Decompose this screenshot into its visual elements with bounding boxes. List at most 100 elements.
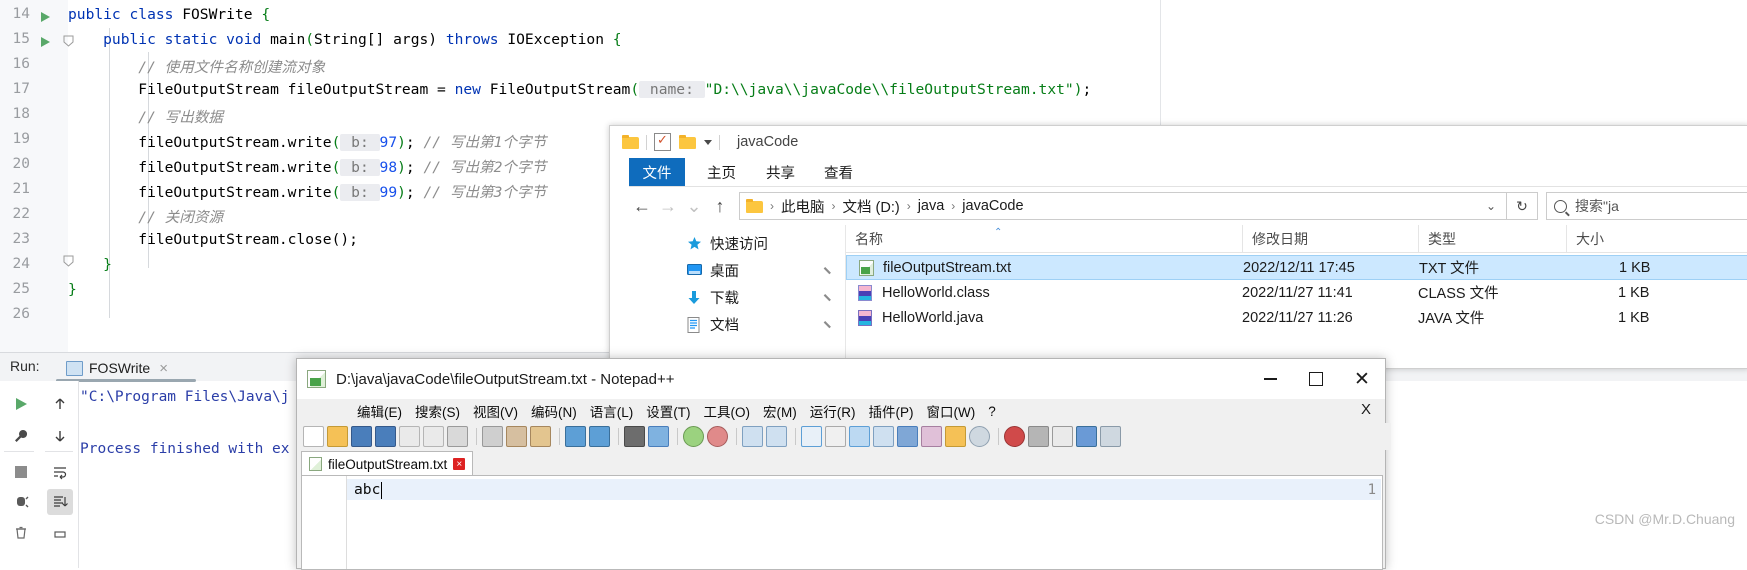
column-header-modified[interactable]: 修改日期 [1242, 225, 1418, 252]
file-list[interactable]: 名称 修改日期 类型 大小 ⌃ fileOutputStream.txt 202… [846, 225, 1747, 367]
show-all-chars-icon[interactable] [825, 426, 846, 447]
ui-tab-icon[interactable] [873, 426, 894, 447]
pin-icon[interactable]: ━ [819, 262, 835, 279]
maximize-button[interactable] [1293, 359, 1339, 399]
table-row[interactable]: fileOutputStream.txt 2022/12/11 17:45 TX… [846, 255, 1747, 280]
menu-item-run[interactable]: 运行(R) [810, 401, 856, 421]
sidebar-item-desktop[interactable]: 桌面 ━ [629, 258, 845, 283]
recent-locations-button[interactable]: ⌄ [681, 193, 707, 219]
debug-icon[interactable] [8, 489, 34, 515]
column-header-type[interactable]: 类型 [1418, 225, 1566, 252]
search-input[interactable]: 搜索"ja [1546, 192, 1747, 220]
redo-icon[interactable] [589, 426, 610, 447]
save-all-icon[interactable] [375, 426, 396, 447]
word-wrap-icon[interactable] [801, 426, 822, 447]
open-file-icon[interactable] [327, 426, 348, 447]
find-icon[interactable] [624, 426, 645, 447]
pin-icon[interactable]: ━ [819, 289, 835, 306]
sidebar-item-documents[interactable]: 文档 ━ [629, 312, 845, 337]
chevron-down-icon[interactable] [704, 139, 712, 145]
document-map-icon[interactable] [897, 426, 918, 447]
run-gutter-icon[interactable] [38, 35, 52, 49]
soft-wrap-icon[interactable] [47, 459, 73, 485]
sync-vertical-icon[interactable] [742, 426, 763, 447]
properties-icon[interactable] [654, 132, 671, 151]
scroll-to-end-icon[interactable] [47, 489, 73, 515]
paste-icon[interactable] [530, 426, 551, 447]
sync-horizontal-icon[interactable] [766, 426, 787, 447]
fold-toggle-icon[interactable] [62, 255, 75, 268]
menu-item-window[interactable]: 窗口(W) [927, 401, 976, 421]
scroll-up-icon[interactable] [47, 391, 73, 417]
zoom-out-icon[interactable] [707, 426, 728, 447]
ribbon-tab-file[interactable]: 文件 [629, 158, 685, 186]
menu-item-tools[interactable]: 工具(O) [704, 401, 751, 421]
breadcrumb-javacode[interactable]: javaCode [962, 198, 1023, 214]
replace-icon[interactable] [648, 426, 669, 447]
fold-toggle-icon[interactable] [62, 35, 75, 48]
menu-item-encoding[interactable]: 编码(N) [531, 401, 577, 421]
monitoring-icon[interactable] [969, 426, 990, 447]
menu-item-settings[interactable]: 设置(T) [646, 401, 690, 421]
edit-configuration-icon[interactable] [8, 423, 34, 449]
column-header-size[interactable]: 大小 [1566, 225, 1676, 252]
menu-item-edit[interactable]: 编辑(E) [357, 401, 402, 421]
indent-guideline-icon[interactable] [849, 426, 870, 447]
new-file-icon[interactable] [303, 426, 324, 447]
trash-icon[interactable] [8, 519, 34, 545]
breadcrumb-this-pc[interactable]: 此电脑 [781, 196, 825, 217]
stop-icon[interactable] [8, 459, 34, 485]
new-folder-icon[interactable] [679, 135, 696, 149]
zoom-in-icon[interactable] [683, 426, 704, 447]
column-header-name[interactable]: 名称 [846, 225, 1242, 252]
cut-icon[interactable] [482, 426, 503, 447]
stop-macro-icon[interactable] [1028, 426, 1049, 447]
breadcrumb-documents-d[interactable]: 文档 (D:) [843, 196, 900, 217]
folder-workspace-icon[interactable] [945, 426, 966, 447]
table-row[interactable]: HelloWorld.class 2022/11/27 11:41 CLASS … [846, 280, 1747, 305]
minimize-button[interactable] [1247, 359, 1293, 399]
close-file-icon[interactable] [399, 426, 420, 447]
record-macro-icon[interactable] [1004, 426, 1025, 447]
close-document-icon[interactable]: X [1361, 401, 1371, 418]
breadcrumb-java[interactable]: java [918, 198, 945, 214]
menu-item-language[interactable]: 语言(L) [590, 401, 634, 421]
forward-button[interactable]: → [655, 193, 681, 219]
up-button[interactable]: ↑ [707, 193, 733, 219]
table-row[interactable]: HelloWorld.java 2022/11/27 11:26 JAVA 文件… [846, 305, 1747, 330]
ribbon-tab-share[interactable]: 共享 [752, 158, 809, 186]
sidebar-item-downloads[interactable]: 下载 ━ [629, 285, 845, 310]
print-icon[interactable] [47, 521, 73, 547]
close-icon[interactable]: × [453, 458, 466, 470]
run-tab-foswrite[interactable]: FOSWrite × [60, 355, 174, 381]
address-bar[interactable]: › 此电脑 › 文档 (D:) › java › javaCode ⌄ [739, 192, 1507, 220]
refresh-button[interactable]: ↻ [1507, 192, 1538, 220]
save-icon[interactable] [351, 426, 372, 447]
function-list-icon[interactable] [921, 426, 942, 447]
menu-item-help[interactable]: ? [988, 404, 996, 419]
copy-icon[interactable] [506, 426, 527, 447]
document-tab-fileoutputstream[interactable]: fileOutputStream.txt × [301, 451, 474, 476]
ribbon-tab-view[interactable]: 查看 [810, 158, 867, 186]
notepadpp-title-bar[interactable]: D:\java\javaCode\fileOutputStream.txt - … [297, 359, 1385, 399]
undo-icon[interactable] [565, 426, 586, 447]
ribbon-tab-home[interactable]: 主页 [693, 158, 750, 186]
scroll-down-icon[interactable] [47, 423, 73, 449]
close-icon[interactable]: × [159, 360, 168, 377]
save-macro-icon[interactable] [1100, 426, 1121, 447]
explorer-title-bar[interactable]: javaCode [610, 126, 1747, 158]
back-button[interactable]: ← [629, 193, 655, 219]
chevron-down-icon[interactable]: ⌄ [1486, 199, 1500, 213]
pin-icon[interactable]: ━ [819, 316, 835, 333]
close-button[interactable]: ✕ [1339, 359, 1385, 399]
menu-item-view[interactable]: 视图(V) [473, 401, 518, 421]
rerun-icon[interactable] [8, 391, 34, 417]
play-macro-icon[interactable] [1052, 426, 1073, 447]
sidebar-item-quick-access[interactable]: 快速访问 [629, 231, 845, 256]
play-macro-multiple-icon[interactable] [1076, 426, 1097, 447]
run-gutter-icon[interactable] [38, 10, 52, 24]
menu-item-macro[interactable]: 宏(M) [763, 401, 797, 421]
menu-item-search[interactable]: 搜索(S) [415, 401, 460, 421]
menu-item-plugins[interactable]: 插件(P) [869, 401, 914, 421]
print-icon[interactable] [447, 426, 468, 447]
